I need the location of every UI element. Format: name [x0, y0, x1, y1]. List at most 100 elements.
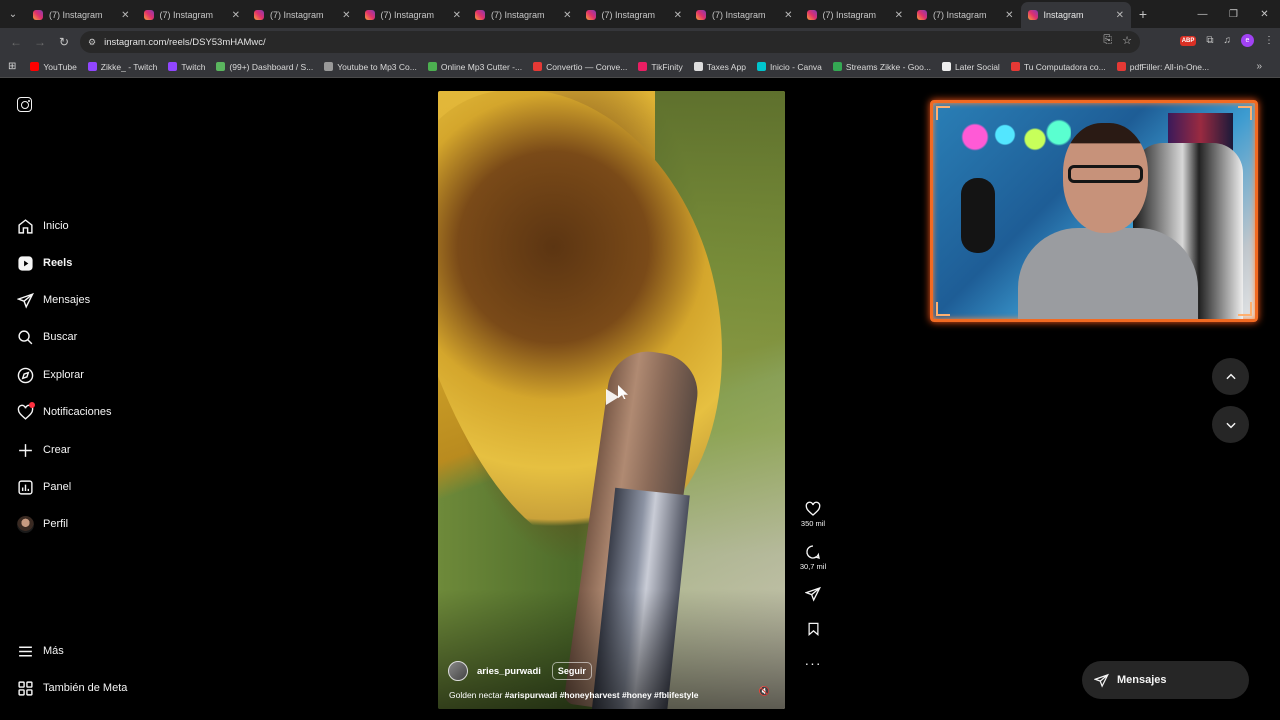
meta-icon: [16, 679, 34, 697]
search-icon: [16, 328, 34, 346]
save-action[interactable]: [797, 621, 829, 637]
more-options-action[interactable]: ···: [797, 655, 829, 671]
back-button[interactable]: ←: [4, 30, 28, 54]
comment-icon[interactable]: [805, 544, 821, 560]
messages-icon: [16, 291, 34, 309]
tab-close-icon[interactable]: ✕: [784, 10, 792, 21]
sidebar-item-reels[interactable]: Reels: [16, 251, 72, 275]
tab-close-icon[interactable]: ✕: [1116, 10, 1124, 21]
bookmarks-overflow-icon[interactable]: »: [1256, 61, 1262, 72]
sidebar-item-crear[interactable]: Crear: [16, 438, 71, 462]
browser-tab[interactable]: (7) Instagram ✕: [579, 2, 690, 28]
play-icon[interactable]: [606, 389, 619, 405]
bookmark-item[interactable]: TikFinity: [638, 62, 683, 72]
bookmark-item[interactable]: Tu Computadora co...: [1010, 62, 1106, 72]
address-bar[interactable]: ⚙ instagram.com/reels/DSY53mHAMwc/ ⎘ ☆: [80, 31, 1140, 53]
previous-reel-button[interactable]: [1212, 358, 1249, 395]
sidebar-item-tambien-de-meta[interactable]: También de Meta: [16, 676, 127, 700]
tab-close-icon[interactable]: ✕: [453, 10, 461, 21]
sidebar-item-explorar[interactable]: Explorar: [16, 363, 84, 387]
sidebar-item-perfil[interactable]: Perfil: [16, 512, 68, 536]
bookmark-item[interactable]: Twitch: [168, 62, 205, 72]
browser-tab[interactable]: (7) Instagram ✕: [910, 2, 1021, 28]
like-heart-icon[interactable]: [805, 501, 821, 517]
sidebar-item-inicio[interactable]: Inicio: [16, 214, 69, 238]
restore-icon[interactable]: ❐: [1218, 0, 1249, 28]
browser-tab[interactable]: (7) Instagram ✕: [468, 2, 579, 28]
messages-send-icon: [1094, 673, 1109, 688]
apps-grid-icon[interactable]: ⊞: [8, 61, 16, 72]
reel-video[interactable]: aries_purwadi Seguir Golden nectar #aris…: [438, 91, 785, 709]
minimize-icon[interactable]: —: [1187, 0, 1218, 28]
follow-button[interactable]: Seguir: [551, 662, 592, 680]
browser-tab[interactable]: (7) Instagram ✕: [26, 2, 137, 28]
sidebar-item-notificaciones[interactable]: Notificaciones: [16, 400, 111, 424]
share-icon[interactable]: [805, 586, 821, 602]
like-action[interactable]: 350 mil: [797, 501, 829, 528]
share-action[interactable]: [797, 586, 829, 602]
media-controls-icon[interactable]: ♫: [1224, 35, 1232, 46]
bookmark-favicon-icon: [1116, 62, 1126, 71]
author-avatar[interactable]: [448, 661, 468, 681]
notification-dot: [29, 402, 35, 408]
messages-pill-button[interactable]: Mensajes: [1082, 661, 1249, 699]
like-count: 350 mil: [800, 519, 826, 528]
browser-menu-icon[interactable]: ⋮: [1264, 35, 1274, 46]
more-dots-icon[interactable]: ···: [805, 655, 822, 671]
comment-action[interactable]: 30,7 mil: [797, 544, 829, 571]
bookmark-item[interactable]: Zikke_ - Twitch: [87, 62, 157, 72]
browser-tab[interactable]: (7) Instagram ✕: [137, 2, 248, 28]
bookmark-icon[interactable]: [806, 621, 821, 637]
bookmark-item[interactable]: pdfFiller: All-in-One...: [1116, 62, 1209, 72]
browser-tab[interactable]: Instagram ✕: [1020, 2, 1131, 28]
profile-avatar[interactable]: e: [1241, 34, 1254, 47]
instagram-favicon-icon: [585, 10, 596, 20]
close-window-icon[interactable]: ✕: [1249, 0, 1280, 28]
bookmark-item[interactable]: Inicio - Canva: [756, 62, 822, 72]
instagram-favicon-icon: [696, 10, 706, 20]
bookmark-item[interactable]: Later Social: [941, 62, 1000, 72]
next-reel-button[interactable]: [1212, 406, 1249, 443]
bookmark-star-icon[interactable]: ☆: [1122, 34, 1132, 47]
caption-hashtags[interactable]: #arispurwadi #honeyharvest #honey #fblif…: [505, 690, 699, 700]
new-tab-button[interactable]: +: [1131, 6, 1155, 22]
tab-title: (7) Instagram: [601, 10, 656, 20]
bookmark-item[interactable]: Youtube to Mp3 Co...: [324, 62, 417, 72]
sidebar-item-mensajes[interactable]: Mensajes: [16, 288, 90, 312]
sidebar-item-label: Notificaciones: [43, 406, 112, 418]
tab-close-icon[interactable]: ✕: [895, 10, 903, 21]
tab-close-icon[interactable]: ✕: [1005, 10, 1013, 21]
install-app-icon[interactable]: ⎘: [1103, 34, 1112, 47]
sidebar-item-label: Buscar: [43, 331, 78, 343]
tab-search-icon[interactable]: ⌄: [0, 0, 26, 28]
url-text[interactable]: instagram.com/reels/DSY53mHAMwc/: [104, 37, 266, 48]
browser-tab[interactable]: (7) Instagram ✕: [800, 2, 911, 28]
site-info-icon[interactable]: ⚙: [88, 37, 96, 48]
bookmark-item[interactable]: Convertio — Conve...: [533, 62, 627, 72]
reload-button[interactable]: ↻: [52, 30, 76, 54]
adblock-extension-icon[interactable]: ABP: [1179, 35, 1197, 46]
author-username[interactable]: aries_purwadi: [477, 666, 541, 677]
forward-button[interactable]: →: [28, 30, 52, 54]
tab-close-icon[interactable]: ✕: [674, 10, 682, 21]
instagram-logo-icon[interactable]: [17, 97, 32, 112]
browser-tab[interactable]: (7) Instagram ✕: [689, 2, 800, 28]
sidebar-item-panel[interactable]: Panel: [16, 475, 71, 499]
bookmark-item[interactable]: Taxes App: [693, 62, 746, 72]
bookmark-item[interactable]: Streams Zikke - Goo...: [832, 62, 931, 72]
tab-close-icon[interactable]: ✕: [563, 10, 571, 21]
tab-close-icon[interactable]: ✕: [121, 10, 129, 21]
extensions-puzzle-icon[interactable]: ⧉: [1206, 35, 1213, 46]
browser-tab[interactable]: (7) Instagram ✕: [247, 2, 358, 28]
frame-corner: [936, 302, 950, 316]
browser-tab[interactable]: (7) Instagram ✕: [358, 2, 469, 28]
bookmark-item[interactable]: Online Mp3 Cutter -...: [427, 62, 522, 72]
bookmark-label: Twitch: [181, 61, 206, 72]
mute-icon[interactable]: 🔇: [759, 686, 770, 697]
sidebar-item-buscar[interactable]: Buscar: [16, 325, 77, 349]
bookmark-item[interactable]: YouTube: [30, 62, 77, 72]
sidebar-item-mas[interactable]: Más: [16, 639, 64, 663]
bookmark-item[interactable]: (99+) Dashboard / S...: [216, 62, 313, 72]
tab-close-icon[interactable]: ✕: [232, 10, 240, 21]
tab-close-icon[interactable]: ✕: [342, 10, 350, 21]
